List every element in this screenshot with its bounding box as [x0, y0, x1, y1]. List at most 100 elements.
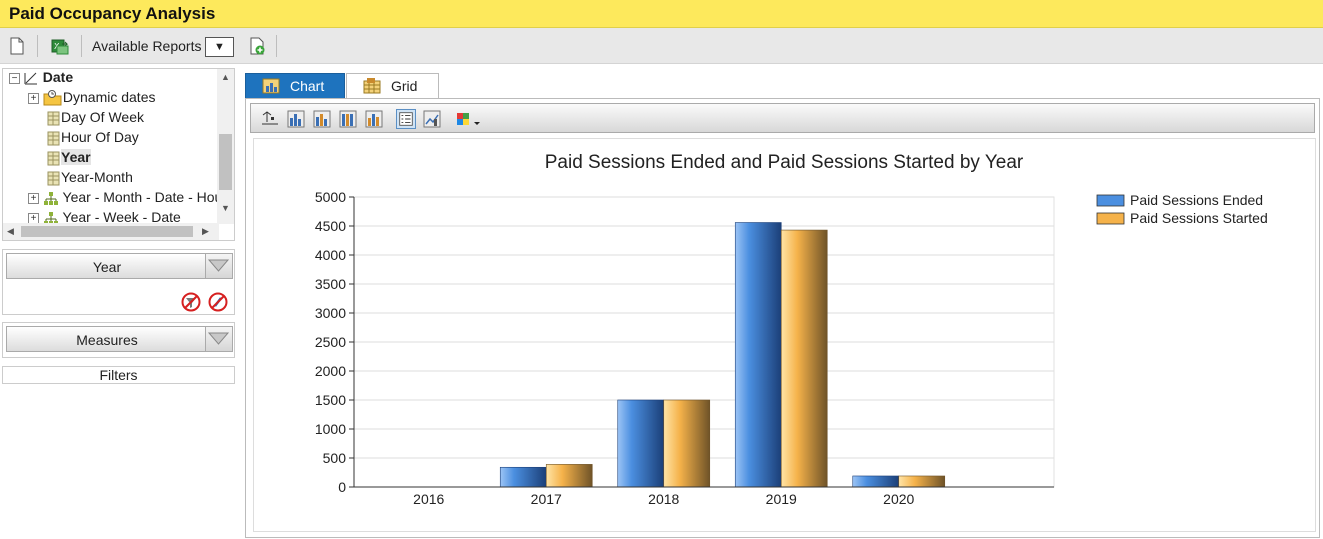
y-tick-label: 4500 [315, 218, 346, 234]
x-tick-label: 2017 [531, 491, 562, 507]
legend-swatch [1096, 194, 1125, 207]
clear-filter-icon[interactable] [181, 292, 201, 312]
export-excel-icon[interactable]: X [51, 37, 69, 55]
filters-bar[interactable]: Filters [2, 366, 235, 384]
chart-tab-icon [262, 78, 280, 94]
chart-toolbar [250, 103, 1315, 133]
x-tick-label: 2018 [648, 491, 679, 507]
chart-settings-icon[interactable] [422, 109, 442, 129]
scroll-up-icon[interactable]: ▲ [221, 72, 230, 82]
chart-panel: Paid Sessions Ended and Paid Sessions St… [245, 98, 1320, 538]
tree-item-label: Dynamic dates [62, 89, 156, 105]
bar-chart-icon[interactable] [286, 109, 306, 129]
level-icon [47, 171, 60, 186]
bar-chart: Paid Sessions Ended and Paid Sessions St… [315, 152, 1268, 507]
tree-horizontal-scrollbar[interactable]: ◀ ▶ [3, 223, 219, 240]
y-tick-label: 500 [323, 450, 347, 466]
legend-label: Paid Sessions Ended [1130, 192, 1263, 208]
triangle-down-icon [207, 259, 230, 272]
x-tick-label: 2016 [413, 491, 444, 507]
tree-item-year-month[interactable]: Year-Month [46, 167, 133, 187]
legend-toggle-icon[interactable] [396, 109, 416, 129]
bar-paid-sessions-ended-2020[interactable] [852, 475, 900, 488]
tree-item-label: Year-Month [61, 169, 133, 185]
app-title: Paid Occupancy Analysis [9, 4, 216, 23]
measures-field-label: Measures [76, 332, 138, 348]
y-tick-label: 2000 [315, 363, 346, 379]
chart-title: Paid Sessions Ended and Paid Sessions St… [545, 152, 1024, 173]
level-icon [47, 131, 60, 146]
stacked-100-bar-icon[interactable] [338, 109, 358, 129]
grid-tab-icon [363, 78, 381, 94]
tab-chart[interactable]: Chart [245, 73, 345, 99]
y-tick-label: 2500 [315, 334, 346, 350]
x-tick-label: 2019 [766, 491, 797, 507]
folder-clock-icon [43, 90, 62, 106]
scroll-down-icon[interactable]: ▼ [221, 203, 230, 213]
scroll-thumb[interactable] [21, 226, 193, 237]
y-tick-label: 3500 [315, 276, 346, 292]
color-palette-icon[interactable] [454, 109, 484, 129]
rows-field-box: Year [2, 249, 235, 315]
year-field-header[interactable]: Year [6, 253, 233, 279]
stacked-bar-icon[interactable] [312, 109, 332, 129]
remove-field-icon[interactable] [208, 292, 228, 312]
tree-root-label: Date [42, 69, 74, 85]
measures-field-header[interactable]: Measures [6, 326, 233, 352]
tree-item-hour-of-day[interactable]: Hour Of Day [46, 127, 139, 147]
level-icon [47, 111, 60, 126]
tab-label: Chart [290, 78, 325, 94]
year-field-label: Year [92, 259, 122, 275]
chart-area: Paid Sessions Ended and Paid Sessions St… [253, 138, 1316, 532]
main-toolbar: X Available Reports ▼ [0, 28, 1323, 64]
tab-label: Grid [391, 78, 418, 94]
tree-item-day-of-week[interactable]: Day Of Week [46, 107, 144, 127]
tree-item-label: Day Of Week [61, 109, 144, 125]
y-tick-label: 0 [338, 479, 346, 495]
triangle-down-icon [207, 332, 230, 345]
measures-dropdown-button[interactable] [205, 327, 232, 351]
title-bar: Paid Occupancy Analysis [0, 0, 1323, 28]
new-document-icon[interactable] [8, 37, 26, 55]
tree-item-year-month-date-hour[interactable]: + Year - Month - Date - Hou [28, 187, 222, 207]
scroll-left-icon[interactable]: ◀ [7, 226, 14, 237]
tree-vertical-scrollbar[interactable]: ▲ ▼ [217, 69, 234, 224]
y-tick-label: 4000 [315, 247, 346, 263]
tab-grid[interactable]: Grid [346, 73, 439, 99]
y-tick-label: 1000 [315, 421, 346, 437]
y-tick-label: 5000 [315, 189, 346, 205]
bar-paid-sessions-started-2019[interactable] [780, 229, 828, 488]
hierarchy-icon [43, 191, 58, 205]
bar-paid-sessions-started-2020[interactable] [898, 475, 946, 488]
tree-item-year[interactable]: Year [46, 147, 91, 167]
level-icon [47, 151, 60, 166]
add-report-icon[interactable] [248, 37, 266, 55]
legend-swatch [1096, 212, 1125, 225]
swap-axes-icon[interactable] [260, 109, 280, 129]
bar-paid-sessions-ended-2018[interactable] [617, 399, 665, 488]
bar-3d-icon[interactable] [364, 109, 384, 129]
legend-label: Paid Sessions Started [1130, 210, 1268, 226]
bar-paid-sessions-ended-2019[interactable] [734, 222, 782, 488]
available-reports-label: Available Reports [92, 38, 202, 54]
measures-field-box: Measures [2, 322, 235, 358]
x-tick-label: 2020 [883, 491, 914, 507]
available-reports-dropdown[interactable]: ▼ [205, 37, 234, 57]
expand-icon[interactable]: + [28, 92, 39, 104]
tree-root-date[interactable]: − Date [9, 69, 74, 87]
bar-paid-sessions-started-2017[interactable] [545, 464, 593, 488]
collapse-icon[interactable]: − [9, 72, 20, 84]
bar-paid-sessions-ended-2017[interactable] [499, 466, 547, 488]
dimension-tree: − Date + Dynamic dates Day Of Week Hour … [2, 68, 235, 241]
bar-paid-sessions-started-2018[interactable] [663, 399, 711, 488]
year-dropdown-button[interactable] [205, 254, 232, 278]
tree-item-label: Hour Of Day [61, 129, 139, 145]
y-tick-label: 3000 [315, 305, 346, 321]
date-dimension-icon [24, 72, 37, 85]
tree-item-label: Year [61, 149, 91, 165]
expand-icon[interactable]: + [28, 192, 39, 204]
scroll-right-icon[interactable]: ▶ [202, 226, 209, 237]
y-tick-label: 1500 [315, 392, 346, 408]
tree-item-dynamic-dates[interactable]: + Dynamic dates [28, 87, 155, 107]
scroll-thumb[interactable] [219, 134, 232, 190]
